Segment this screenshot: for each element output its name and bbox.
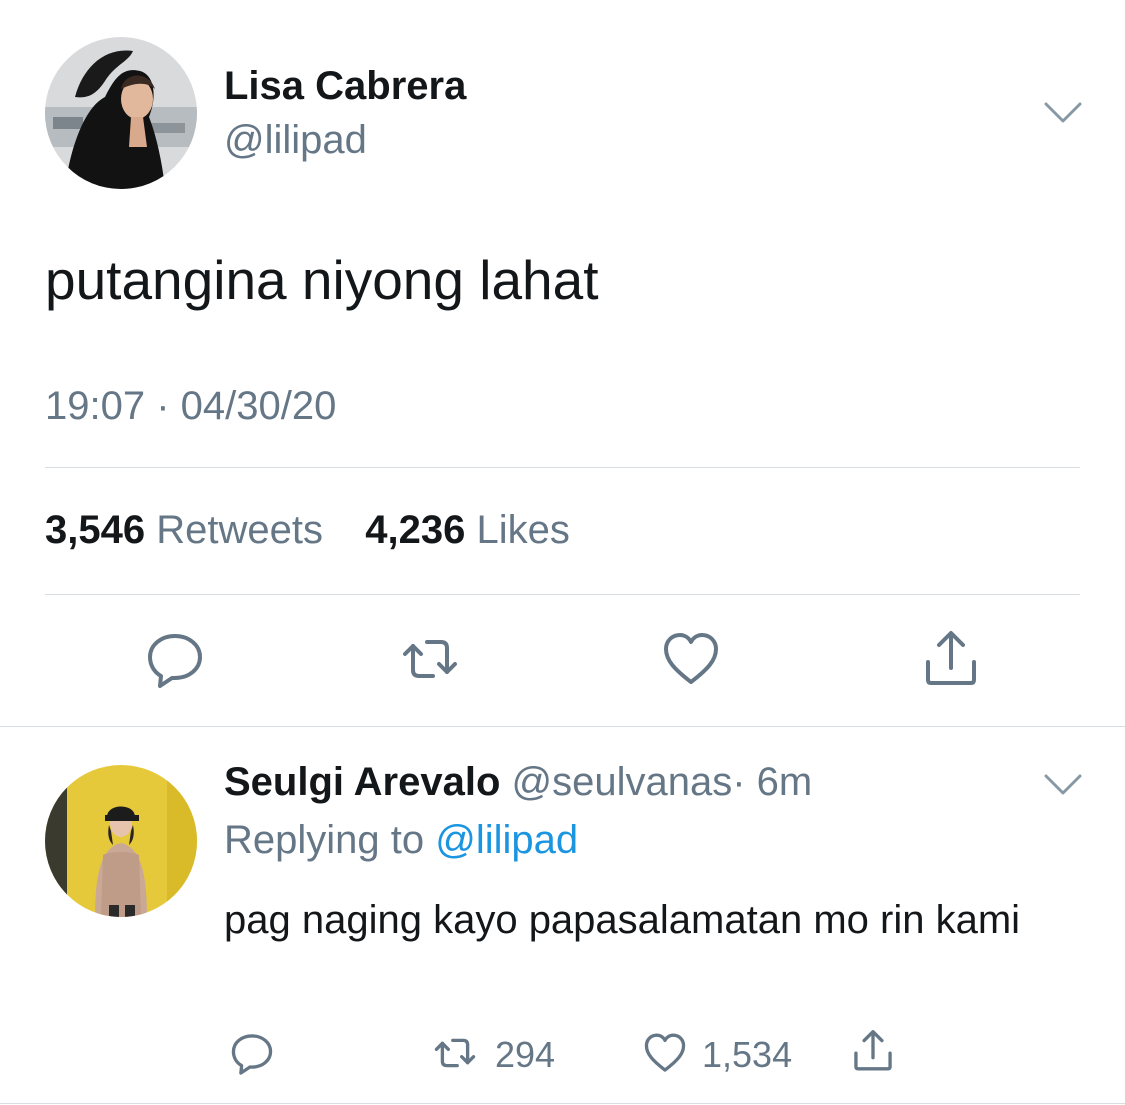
tweet-detail-screen: Lisa Cabrera @lilipad putangina niyong l…: [0, 0, 1125, 1105]
likes-count: 4,236: [365, 508, 466, 552]
reply-like-count: 1,534: [702, 1034, 793, 1075]
chevron-down-icon[interactable]: [1043, 772, 1083, 798]
replying-label: Replying to: [224, 818, 425, 862]
author-avatar[interactable]: [45, 37, 197, 189]
divider: [0, 726, 1125, 727]
replying-to: Replying to @lilipad: [224, 818, 578, 863]
retweet-icon[interactable]: [399, 628, 461, 690]
tweet-timestamp: 19:07 · 04/30/20: [45, 384, 337, 428]
reply-time: · 6m: [732, 760, 813, 804]
retweet-icon[interactable]: [432, 1030, 478, 1076]
reply-retweet-count: 294: [495, 1034, 556, 1075]
tweet-text: putangina niyong lahat: [45, 249, 599, 311]
share-icon[interactable]: [850, 1028, 896, 1074]
reply-icon[interactable]: [144, 628, 206, 690]
author-handle[interactable]: @lilipad: [224, 118, 367, 163]
like-icon[interactable]: [642, 1030, 688, 1076]
retweets-label: Retweets: [156, 508, 323, 552]
reply-author-avatar[interactable]: [45, 765, 197, 917]
retweets-count: 3,546: [45, 508, 146, 552]
author-name[interactable]: Lisa Cabrera: [224, 64, 466, 109]
likes-label: Likes: [476, 508, 570, 552]
like-icon[interactable]: [660, 628, 722, 690]
tweet-stats: 3,546 Retweets 4,236 Likes: [45, 508, 570, 553]
reply-author-name[interactable]: Seulgi Arevalo: [224, 760, 500, 804]
replying-mention-link[interactable]: @lilipad: [435, 818, 578, 862]
retweets-stat[interactable]: 3,546 Retweets: [45, 508, 334, 552]
divider: [45, 594, 1080, 595]
chevron-down-icon[interactable]: [1043, 100, 1083, 126]
reply-icon[interactable]: [229, 1030, 275, 1076]
divider: [0, 1103, 1125, 1104]
share-icon[interactable]: [920, 628, 982, 690]
divider: [45, 467, 1080, 468]
reply-author-handle[interactable]: @seulvanas: [512, 760, 733, 804]
likes-stat[interactable]: 4,236 Likes: [365, 508, 570, 552]
reply-header: Seulgi Arevalo @seulvanas· 6m: [224, 760, 812, 805]
reply-text: pag naging kayo papasalamatan mo rin kam…: [224, 898, 1021, 942]
